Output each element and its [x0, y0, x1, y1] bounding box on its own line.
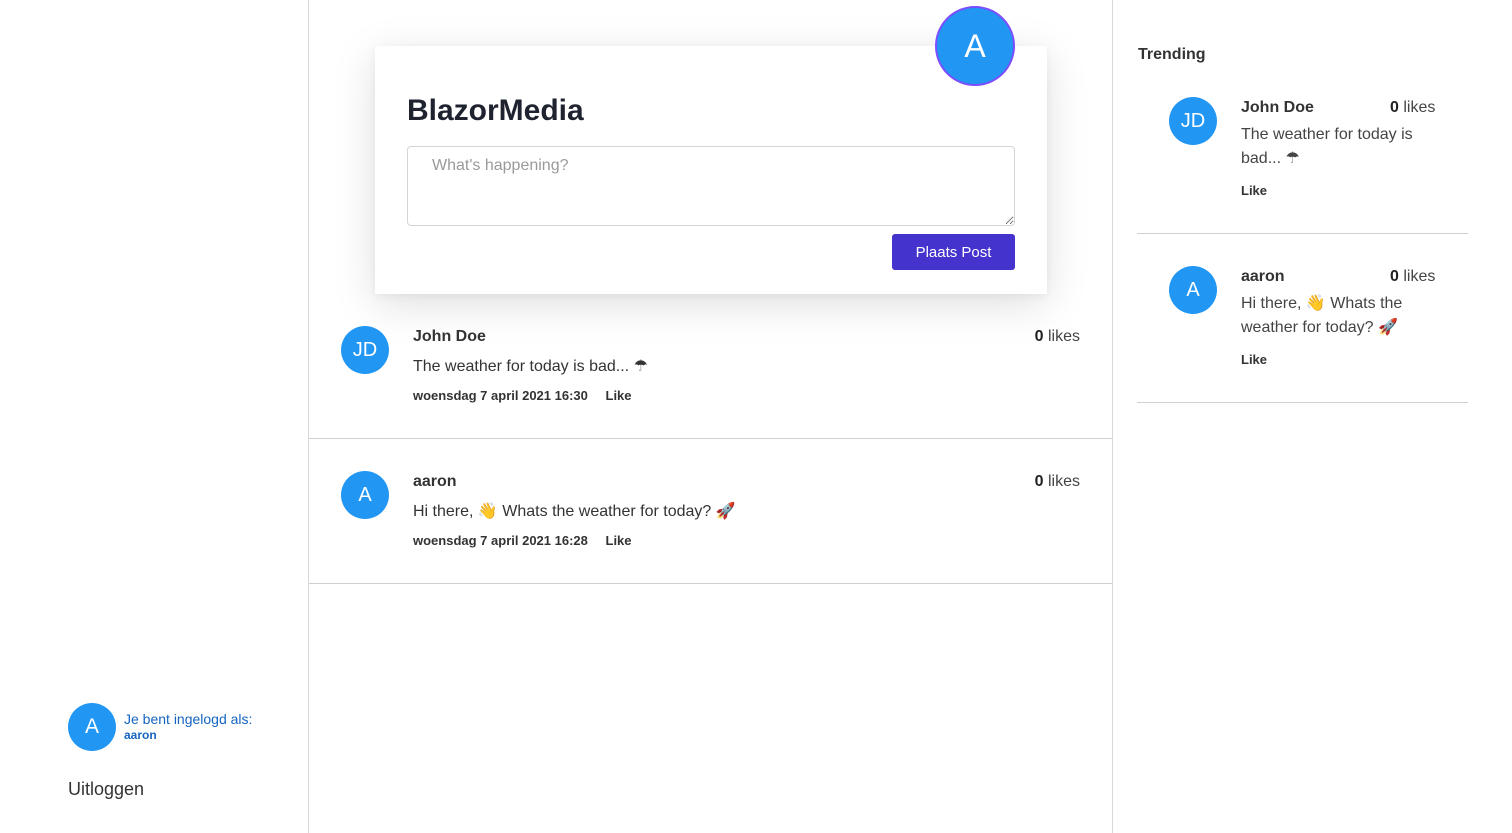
- likes-label: likes: [1403, 268, 1436, 285]
- post-meta: woensdag 7 april 2021 16:28 Like: [413, 533, 632, 548]
- trending-like-button[interactable]: Like: [1241, 352, 1267, 367]
- post-text: Hi there, 👋 Whats the weather for today?…: [413, 503, 736, 520]
- login-username: aaron: [124, 728, 157, 742]
- current-user-avatar: A: [68, 703, 116, 751]
- post-button[interactable]: Plaats Post: [892, 234, 1015, 270]
- trending-like-button[interactable]: Like: [1241, 183, 1267, 198]
- post-likes: 0 likes: [1035, 473, 1080, 491]
- trending-sidebar: Trending JD John Doe 0 likes The weather…: [1113, 0, 1512, 833]
- post-likes: 0 likes: [1035, 328, 1080, 346]
- post-author: John Doe: [413, 328, 486, 345]
- likes-count: 0: [1034, 473, 1044, 490]
- logout-link[interactable]: Uitloggen: [68, 779, 144, 800]
- likes-label: likes: [1403, 99, 1436, 116]
- likes-count: 0: [1390, 99, 1399, 116]
- trending-item: A aaron 0 likes Hi there, 👋 Whats the we…: [1137, 234, 1468, 403]
- feed-post: A aaron 0 likes Hi there, 👋 Whats the we…: [309, 439, 1112, 584]
- composer-avatar: A: [935, 6, 1015, 86]
- app-title: BlazorMedia: [407, 94, 584, 127]
- trending-likes: 0 likes: [1390, 99, 1435, 117]
- post-timestamp: woensdag 7 april 2021 16:30: [413, 388, 588, 403]
- trending-author: aaron: [1241, 268, 1285, 285]
- post-composer: A BlazorMedia Plaats Post: [375, 6, 1047, 294]
- likes-count: 0: [1390, 268, 1399, 285]
- like-button[interactable]: Like: [606, 533, 632, 548]
- trending-avatar: JD: [1169, 97, 1217, 145]
- trending-author: John Doe: [1241, 99, 1314, 116]
- app-layout: A Je bent ingelogd als: aaron Uitloggen …: [0, 0, 1512, 833]
- post-timestamp: woensdag 7 april 2021 16:28: [413, 533, 588, 548]
- like-button[interactable]: Like: [606, 388, 632, 403]
- likes-label: likes: [1047, 328, 1080, 345]
- current-user-box: A Je bent ingelogd als: aaron: [68, 703, 252, 751]
- post-input[interactable]: [407, 146, 1015, 226]
- main-feed: A BlazorMedia Plaats Post JD John Doe 0 …: [309, 0, 1113, 833]
- post-author: aaron: [413, 473, 457, 490]
- left-sidebar: A Je bent ingelogd als: aaron Uitloggen: [0, 0, 309, 833]
- post-avatar: A: [341, 471, 389, 519]
- trending-item: JD John Doe 0 likes The weather for toda…: [1137, 65, 1468, 234]
- likes-count: 0: [1034, 328, 1044, 345]
- login-info: Je bent ingelogd als: aaron: [124, 711, 252, 743]
- trending-text: The weather for today is bad... ☂: [1241, 126, 1413, 167]
- login-label: Je bent ingelogd als:: [124, 711, 253, 727]
- post-meta: woensdag 7 april 2021 16:30 Like: [413, 388, 632, 403]
- likes-label: likes: [1047, 473, 1080, 490]
- trending-avatar: A: [1169, 266, 1217, 314]
- post-text: The weather for today is bad... ☂: [413, 358, 648, 375]
- post-avatar: JD: [341, 326, 389, 374]
- feed-post: JD John Doe 0 likes The weather for toda…: [309, 294, 1112, 439]
- trending-text: Hi there, 👋 Whats the weather for today?…: [1241, 295, 1403, 336]
- trending-likes: 0 likes: [1390, 268, 1435, 286]
- trending-title: Trending: [1138, 46, 1206, 63]
